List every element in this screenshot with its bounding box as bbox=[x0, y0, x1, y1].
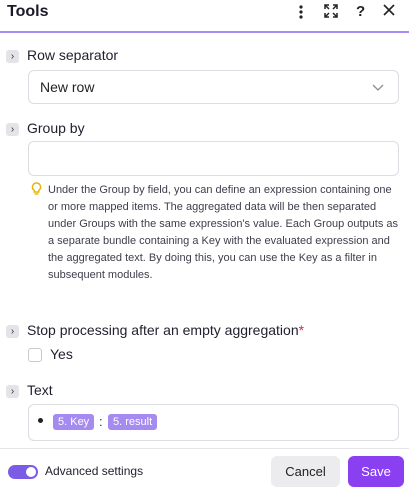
group-by-label: Group by bbox=[27, 120, 85, 136]
help-icon[interactable]: ? bbox=[356, 4, 365, 20]
text-label: Text bbox=[27, 382, 53, 398]
row-separator-select[interactable]: New row bbox=[28, 70, 399, 104]
panel-title: Tools bbox=[7, 3, 49, 20]
expand-icon[interactable] bbox=[324, 4, 338, 22]
toggle-knob bbox=[26, 467, 36, 477]
chevron-right-icon[interactable]: › bbox=[6, 123, 19, 136]
row-separator-label: Row separator bbox=[27, 47, 119, 63]
row-separator-value: New row bbox=[40, 79, 95, 95]
stop-processing-checkbox[interactable] bbox=[28, 348, 42, 362]
stop-processing-label-text: Stop processing after an empty aggregati… bbox=[27, 322, 299, 338]
lightbulb-icon bbox=[31, 182, 42, 201]
required-mark: * bbox=[298, 322, 305, 338]
stop-processing-checkbox-label[interactable]: Yes bbox=[50, 346, 73, 362]
chevron-right-icon[interactable]: › bbox=[6, 50, 19, 63]
list-bullet bbox=[38, 418, 43, 423]
advanced-settings-toggle[interactable] bbox=[8, 465, 38, 479]
group-by-hint: Under the Group by field, you can define… bbox=[48, 184, 399, 281]
chevron-right-icon[interactable]: › bbox=[6, 385, 19, 398]
panel-header: Tools ? bbox=[0, 0, 409, 33]
token-separator: : bbox=[99, 414, 103, 429]
chevron-down-icon bbox=[372, 80, 384, 98]
mapped-token-result[interactable]: 5. result bbox=[108, 414, 158, 430]
more-vertical-icon[interactable] bbox=[298, 4, 304, 24]
group-by-input[interactable] bbox=[28, 141, 399, 176]
stop-processing-label: Stop processing after an empty aggregati… bbox=[27, 322, 304, 338]
chevron-right-icon[interactable]: › bbox=[6, 325, 19, 338]
advanced-settings-label: Advanced settings bbox=[45, 464, 144, 478]
save-button[interactable]: Save bbox=[348, 456, 404, 487]
mapped-token-key[interactable]: 5. Key bbox=[53, 414, 95, 430]
cancel-button[interactable]: Cancel bbox=[271, 456, 340, 487]
close-icon[interactable] bbox=[383, 4, 395, 20]
